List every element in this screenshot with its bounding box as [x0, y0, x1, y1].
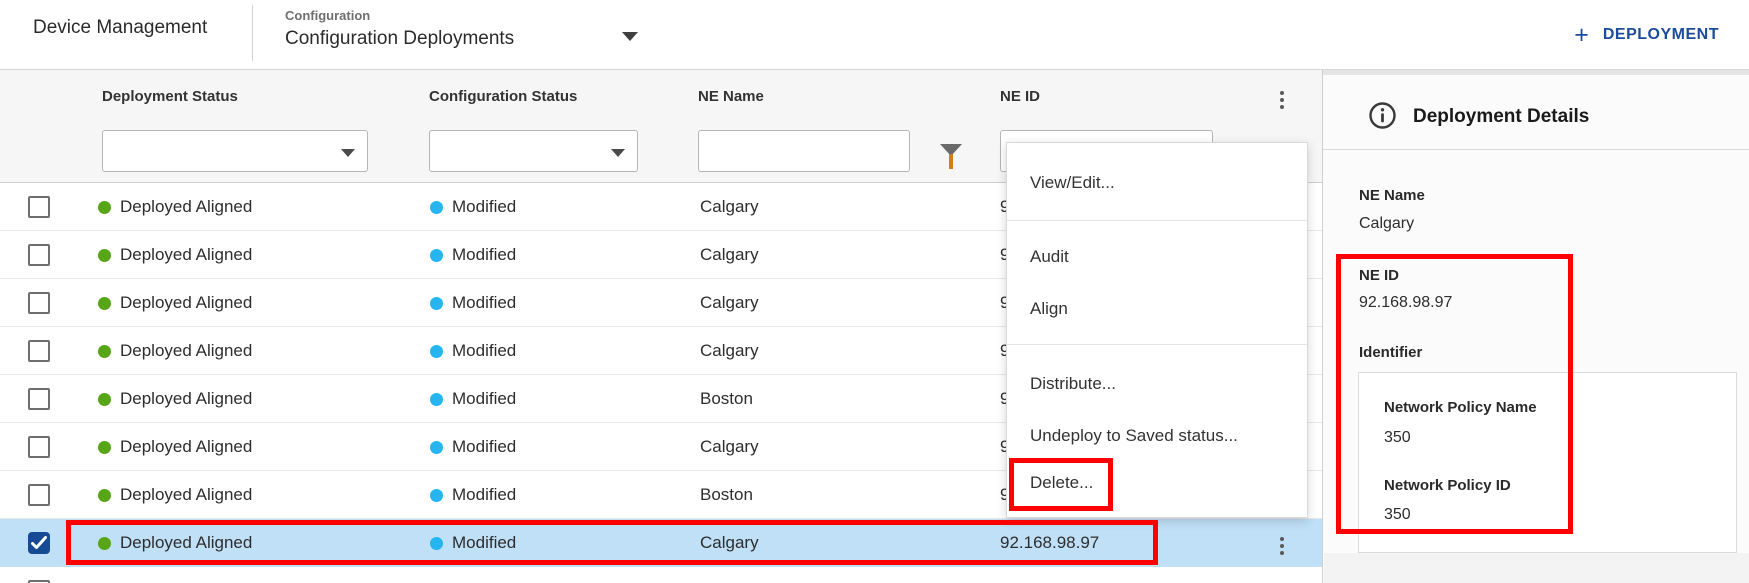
table-row-selected[interactable]: Deployed Aligned Modified Calgary 92.168…	[0, 519, 1322, 567]
ne-name: Boston	[700, 471, 753, 519]
menu-item-align[interactable]: Align	[1030, 298, 1068, 320]
status-dot-green	[98, 297, 111, 310]
status-dot-green	[98, 537, 111, 550]
view-selector-value[interactable]: Configuration Deployments	[285, 28, 514, 50]
configuration-status: Modified	[452, 245, 516, 265]
ne-name-value: Calgary	[1359, 215, 1414, 233]
status-dot-cyan	[430, 201, 443, 214]
plus-icon: +	[1574, 23, 1589, 48]
view-selector-caret-icon[interactable]	[622, 32, 638, 41]
deployment-status: Deployed Aligned	[120, 485, 252, 505]
ne-name: Calgary	[700, 279, 759, 327]
row-checkbox-checked[interactable]	[28, 532, 50, 554]
checkmark-icon	[31, 536, 47, 550]
status-dot-cyan	[430, 393, 443, 406]
table-options-kebab-icon[interactable]	[1276, 87, 1288, 113]
configuration-status: Modified	[452, 293, 516, 313]
chevron-down-icon	[611, 149, 625, 157]
menu-item-undeploy[interactable]: Undeploy to Saved status...	[1030, 425, 1238, 447]
deployment-status-filter-dropdown[interactable]	[102, 130, 368, 172]
status-dot-green	[98, 441, 111, 454]
ne-name: Calgary	[700, 183, 759, 231]
configuration-status: Modified	[452, 485, 516, 505]
menu-separator	[1007, 344, 1307, 345]
page-title: Device Management	[33, 17, 207, 39]
deployment-status: Deployed Aligned	[120, 389, 252, 409]
menu-separator	[1007, 220, 1307, 221]
ne-id-value: 92.168.98.97	[1359, 294, 1452, 312]
network-policy-id-value: 350	[1384, 506, 1411, 524]
ne-name-label: NE Name	[1359, 187, 1425, 204]
configuration-status: Modified	[452, 437, 516, 457]
status-dot-green	[98, 201, 111, 214]
status-dot-cyan	[430, 345, 443, 358]
configuration-status: Modified	[452, 389, 516, 409]
row-checkbox[interactable]	[28, 340, 50, 362]
ne-id: 92.168.98.97	[1000, 519, 1099, 567]
status-dot-green	[98, 489, 111, 502]
deployment-status: Deployed Aligned	[120, 341, 252, 361]
panel-top-strip	[1323, 70, 1749, 75]
title-divider	[252, 5, 253, 61]
deployment-status: Deployed Aligned	[120, 245, 252, 265]
app-root: Device Management Configuration Configur…	[0, 0, 1749, 583]
network-policy-name-value: 350	[1384, 429, 1411, 447]
row-checkbox[interactable]	[28, 292, 50, 314]
add-deployment-label: DEPLOYMENT	[1603, 26, 1719, 44]
ne-name-filter-input[interactable]	[698, 130, 910, 172]
row-context-menu: View/Edit... Audit Align Distribute... U…	[1006, 142, 1308, 518]
menu-item-delete[interactable]: Delete...	[1030, 472, 1093, 494]
panel-footer-area	[1324, 553, 1749, 583]
configuration-status: Modified	[452, 197, 516, 217]
status-dot-green	[98, 393, 111, 406]
network-policy-id-label: Network Policy ID	[1384, 477, 1511, 494]
filter-funnel-icon[interactable]	[940, 144, 962, 170]
ne-name: Calgary	[700, 423, 759, 471]
deployment-status: Deployed Aligned	[120, 197, 252, 217]
status-dot-cyan	[430, 441, 443, 454]
top-bar: Device Management Configuration Configur…	[0, 0, 1749, 70]
chevron-down-icon	[341, 149, 355, 157]
add-deployment-button[interactable]: + DEPLOYMENT	[1574, 0, 1719, 70]
row-checkbox[interactable]	[28, 196, 50, 218]
identifier-card: Network Policy Name 350 Network Policy I…	[1358, 372, 1737, 553]
deployment-status: Deployed Aligned	[120, 533, 252, 553]
deployment-status: Deployed Aligned	[120, 293, 252, 313]
view-selector-group-label: Configuration	[285, 8, 370, 23]
status-dot-cyan	[430, 297, 443, 310]
column-header-configuration-status[interactable]: Configuration Status	[429, 88, 577, 105]
menu-item-view-edit[interactable]: View/Edit...	[1030, 172, 1115, 194]
status-dot-cyan	[430, 489, 443, 502]
configuration-status: Modified	[452, 341, 516, 361]
status-dot-green	[98, 249, 111, 262]
status-dot-cyan	[430, 537, 443, 550]
panel-title: Deployment Details	[1413, 106, 1589, 128]
menu-item-distribute[interactable]: Distribute...	[1030, 373, 1116, 395]
row-checkbox[interactable]	[28, 244, 50, 266]
status-dot-green	[98, 345, 111, 358]
row-checkbox[interactable]	[28, 436, 50, 458]
ne-name: Calgary	[700, 519, 759, 567]
configuration-status-filter-dropdown[interactable]	[429, 130, 638, 172]
network-policy-name-label: Network Policy Name	[1384, 399, 1537, 416]
menu-item-audit[interactable]: Audit	[1030, 246, 1069, 268]
status-dot-cyan	[430, 249, 443, 262]
column-header-ne-id[interactable]: NE ID	[1000, 88, 1040, 105]
deployment-status: Deployed Aligned	[120, 437, 252, 457]
ne-id-label: NE ID	[1359, 267, 1399, 284]
panel-separator	[1323, 149, 1749, 150]
row-checkbox[interactable]	[28, 388, 50, 410]
deployment-details-panel: Deployment Details NE Name Calgary NE ID…	[1322, 70, 1749, 583]
row-options-kebab-icon[interactable]	[1276, 533, 1288, 559]
ne-name: Calgary	[700, 327, 759, 375]
configuration-status: Modified	[452, 533, 516, 553]
table-row-partial[interactable]: Deployed Aligned Modified	[0, 567, 1322, 583]
column-header-deployment-status[interactable]: Deployment Status	[102, 88, 238, 105]
info-icon	[1369, 102, 1396, 134]
row-checkbox[interactable]	[28, 484, 50, 506]
identifier-label: Identifier	[1359, 344, 1422, 361]
ne-name: Calgary	[700, 231, 759, 279]
ne-name: Boston	[700, 375, 753, 423]
column-header-ne-name[interactable]: NE Name	[698, 88, 764, 105]
